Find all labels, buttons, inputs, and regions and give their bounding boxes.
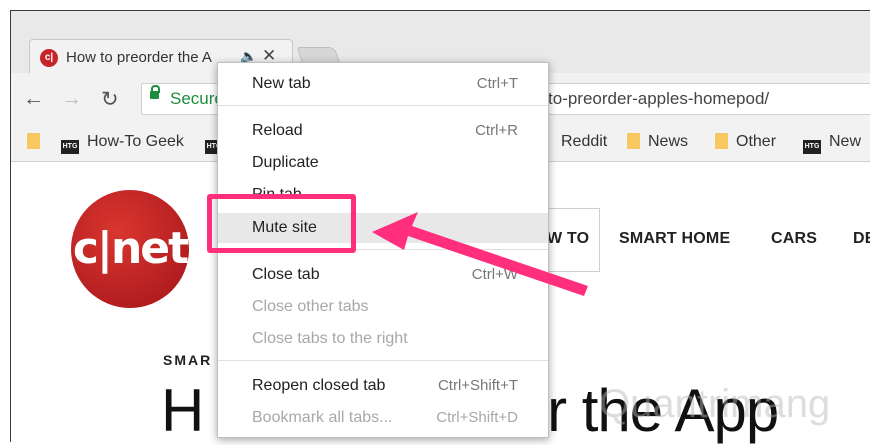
arrow-shape (372, 212, 588, 296)
annotation-arrow (372, 212, 588, 296)
